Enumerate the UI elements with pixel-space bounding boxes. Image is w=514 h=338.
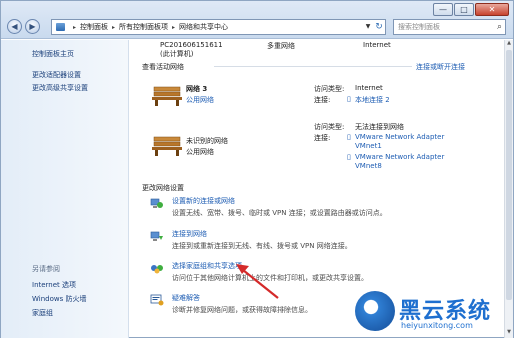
address-bar[interactable]: ▸ 控制面板 ▸ 所有控制面板项 ▸ 网络和共享中心 (51, 19, 385, 35)
maximize-button[interactable]: □ (454, 3, 474, 16)
internet-options-link[interactable]: Internet 选项 (32, 280, 76, 290)
homegroup-link[interactable]: 家庭组 (32, 308, 53, 318)
breadcrumb-item[interactable]: 所有控制面板项 (119, 22, 168, 32)
scroll-thumb[interactable] (506, 50, 512, 300)
watermark: 黑云系统 heiyunxitong.com (355, 291, 514, 338)
control-panel-window: — □ ✕ ◀ ▶ ▸ 控制面板 ▸ 所有控制面板项 ▸ 网络和共享中心 ▼ ↻… (0, 0, 514, 338)
breadcrumb-item[interactable]: 控制面板 (80, 22, 108, 32)
search-icon[interactable]: ⌕ (497, 20, 502, 34)
watermark-url: heiyunxitong.com (401, 321, 473, 330)
breadcrumb-separator-icon[interactable]: ▸ (112, 24, 115, 31)
close-button[interactable]: ✕ (475, 3, 509, 16)
control-panel-home-link[interactable]: 控制面板主页 (32, 49, 74, 59)
breadcrumb-separator-icon[interactable]: ▸ (172, 24, 175, 31)
brand-logo-icon (355, 291, 395, 331)
refresh-button[interactable]: ↻ (373, 19, 386, 35)
address-dropdown-icon[interactable]: ▼ (363, 19, 373, 35)
left-nav-pane: 控制面板主页 更改适配器设置 更改高级共享设置 另请参阅 Internet 选项… (1, 40, 129, 338)
breadcrumb-separator-icon[interactable]: ▸ (73, 24, 76, 31)
breadcrumb-item[interactable]: 网络和共享中心 (179, 22, 228, 32)
change-advanced-sharing-link[interactable]: 更改高级共享设置 (32, 83, 88, 93)
control-panel-icon (56, 23, 65, 31)
minimize-button[interactable]: — (433, 3, 453, 16)
windows-firewall-link[interactable]: Windows 防火墙 (32, 294, 86, 304)
title-and-address-bar: — □ ✕ ◀ ▶ ▸ 控制面板 ▸ 所有控制面板项 ▸ 网络和共享中心 ▼ ↻… (1, 1, 513, 39)
see-also-heading: 另请参阅 (32, 265, 60, 273)
scroll-up-icon[interactable]: ▲ (505, 40, 513, 49)
change-adapter-settings-link[interactable]: 更改适配器设置 (32, 70, 81, 80)
back-button[interactable]: ◀ (7, 19, 22, 34)
caption-buttons: — □ ✕ (432, 3, 509, 16)
search-placeholder: 搜索控制面板 (398, 23, 440, 31)
forward-button[interactable]: ▶ (25, 19, 40, 34)
search-input[interactable]: 搜索控制面板 ⌕ (393, 19, 506, 35)
